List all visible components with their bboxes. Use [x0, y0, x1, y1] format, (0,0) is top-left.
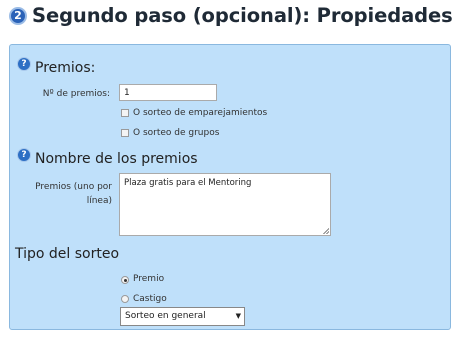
resize-grip-icon[interactable] [323, 228, 329, 234]
help-icon[interactable]: ? [17, 148, 31, 162]
prize-names-textarea[interactable]: Plaza gratis para el Mentoring [119, 173, 331, 236]
prize-names-section-title: Nombre de los premios [35, 151, 198, 167]
prize-count-input[interactable] [119, 84, 217, 101]
punishment-radio-label: Castigo [133, 294, 167, 304]
prize-radio-label: Premio [133, 274, 165, 284]
pairing-draw-checkbox[interactable] [121, 109, 129, 117]
step-header: 2 Segundo paso (opcional): Propiedades d… [0, 0, 460, 36]
prize-names-label: Premios (uno por línea) [30, 180, 112, 208]
draw-mode-select-value: Sorteo en general [125, 311, 206, 321]
help-icon[interactable]: ? [17, 57, 31, 71]
draw-type-section-title: Tipo del sorteo [15, 246, 120, 262]
step-title: Segundo paso (opcional): Propiedades de … [32, 4, 460, 27]
prize-names-label-line2: línea) [86, 196, 112, 206]
punishment-radio[interactable] [121, 295, 129, 303]
pairing-draw-label: O sorteo de emparejamientos [133, 108, 268, 118]
prizes-section-title: Premios: [35, 60, 96, 76]
step-number-badge: 2 [9, 7, 27, 25]
step-number: 2 [14, 9, 22, 22]
prize-radio[interactable] [121, 276, 129, 284]
group-draw-label: O sorteo de grupos [133, 128, 220, 138]
group-draw-checkbox[interactable] [121, 129, 129, 137]
prize-names-label-line1: Premios (uno por [35, 182, 112, 192]
properties-panel: ? Premios: Nº de premios: O sorteo de em… [9, 44, 451, 330]
prize-count-label: Nº de premios: [42, 89, 110, 99]
draw-mode-select[interactable]: Sorteo en general ▼ [120, 307, 245, 326]
dropdown-arrow-icon: ▼ [235, 312, 241, 320]
